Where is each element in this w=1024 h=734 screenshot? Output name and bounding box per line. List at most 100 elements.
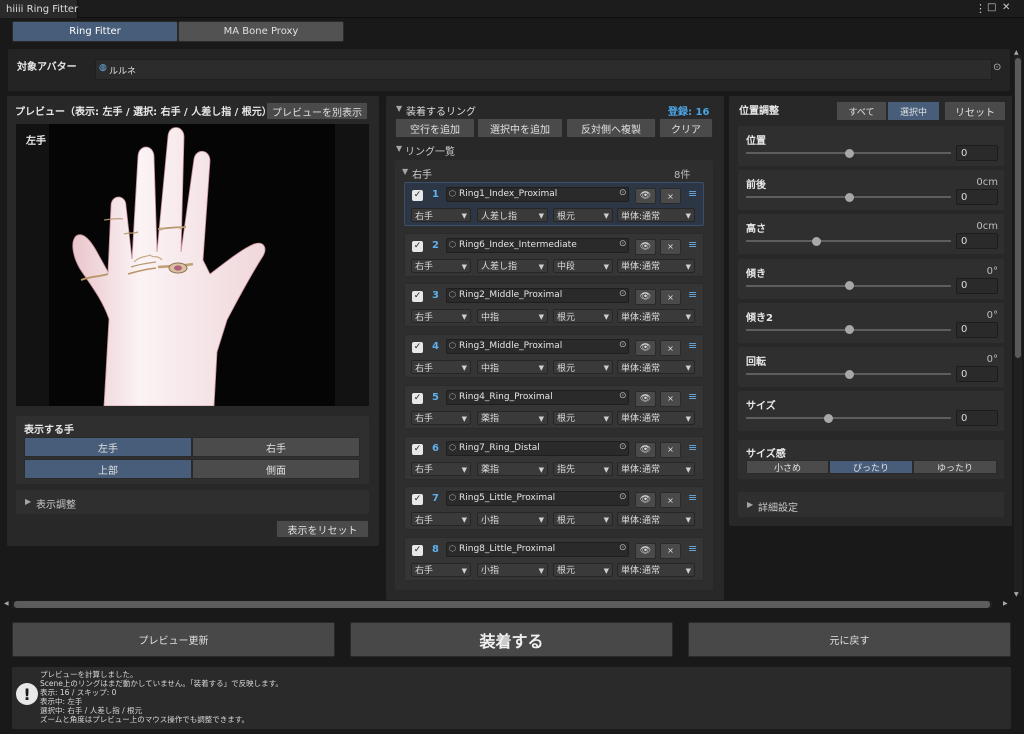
- horizontal-scroll-thumb[interactable]: [14, 601, 990, 608]
- preview-viewport[interactable]: 左手: [16, 124, 369, 406]
- object-picker-icon[interactable]: ⊙: [619, 340, 627, 350]
- param-value-field[interactable]: 0: [956, 233, 998, 250]
- drag-handle-icon[interactable]: ≡: [688, 187, 697, 200]
- horizontal-scrollbar[interactable]: [12, 601, 992, 608]
- drag-handle-icon[interactable]: ≡: [688, 542, 697, 555]
- ring-row[interactable]: ✓ 2 ⬡ Ring6_Index_Intermediate ⊙ 👁 × ≡ 右…: [404, 232, 704, 277]
- ring-segment-select[interactable]: 中段 ▼: [553, 258, 613, 273]
- ring-row[interactable]: ✓ 5 ⬡ Ring4_Ring_Proximal ⊙ 👁 × ≡ 右手 ▼ 薬指…: [404, 384, 704, 429]
- ring-remove-button[interactable]: ×: [660, 289, 681, 306]
- apply-button[interactable]: 装着する: [350, 622, 673, 657]
- ring-mode-select[interactable]: 単体:通常 ▼: [617, 309, 695, 324]
- ring-segment-select[interactable]: 根元 ▼: [553, 208, 613, 222]
- param-slider-knob[interactable]: [824, 413, 833, 423]
- ring-object-field[interactable]: ⬡ Ring4_Ring_Proximal ⊙: [446, 389, 629, 405]
- param-value-field[interactable]: 0: [956, 366, 998, 382]
- scroll-right-icon[interactable]: ▶: [1003, 600, 1008, 607]
- mirror-copy-button[interactable]: 反対側へ複製: [566, 118, 656, 138]
- param-slider-knob[interactable]: [844, 281, 854, 291]
- show-right-hand-button[interactable]: 右手: [192, 437, 360, 457]
- fit-loose-button[interactable]: ゆったり: [913, 460, 997, 474]
- add-selected-button[interactable]: 選択中を追加: [477, 118, 563, 138]
- ring-row[interactable]: ✓ 6 ⬡ Ring7_Ring_Distal ⊙ 👁 × ≡ 右手 ▼ 薬指 ▼ …: [404, 435, 704, 480]
- ring-object-field[interactable]: ⬡ Ring3_Middle_Proximal ⊙: [446, 339, 629, 355]
- param-value-field[interactable]: 0: [956, 321, 998, 338]
- drag-handle-icon[interactable]: ≡: [688, 491, 697, 504]
- param-slider-knob[interactable]: [844, 192, 854, 202]
- window-tab[interactable]: hiiii Ring Fitter: [0, 0, 78, 18]
- ring-row[interactable]: ✓ 7 ⬡ Ring5_Little_Proximal ⊙ 👁 × ≡ 右手 ▼ …: [404, 486, 704, 531]
- ring-finger-select[interactable]: 人差し指 ▼: [477, 208, 548, 222]
- ring-enabled-checkbox[interactable]: ✓: [412, 494, 423, 506]
- view-top-button[interactable]: 上部: [24, 459, 192, 479]
- ring-segment-select[interactable]: 根元 ▼: [553, 410, 613, 425]
- param-slider-knob[interactable]: [811, 236, 821, 246]
- ring-hand-select[interactable]: 右手 ▼: [411, 309, 471, 324]
- ring-visibility-button[interactable]: 👁: [635, 441, 656, 458]
- ring-finger-select[interactable]: 小指 ▼: [477, 512, 548, 527]
- ring-row[interactable]: ✓ 1 ⬡ Ring1_Index_Proximal ⊙ 👁 × ≡ 右手 ▼ 人…: [404, 182, 704, 226]
- ring-mode-select[interactable]: 単体:通常 ▼: [617, 512, 695, 527]
- revert-button[interactable]: 元に戻す: [688, 622, 1011, 657]
- close-icon[interactable]: ✕: [1002, 2, 1010, 13]
- ring-visibility-button[interactable]: 👁: [635, 238, 656, 255]
- drag-handle-icon[interactable]: ≡: [688, 288, 697, 301]
- ring-hand-select[interactable]: 右手 ▼: [411, 562, 471, 577]
- ring-enabled-checkbox[interactable]: ✓: [412, 392, 423, 404]
- tab-ring-fitter[interactable]: Ring Fitter: [12, 21, 178, 42]
- ring-hand-select[interactable]: 右手 ▼: [411, 360, 471, 375]
- ring-remove-button[interactable]: ×: [660, 390, 681, 407]
- ring-visibility-button[interactable]: 👁: [635, 289, 656, 306]
- ring-hand-select[interactable]: 右手 ▼: [411, 258, 471, 273]
- preview-popout-button[interactable]: プレビューを別表示: [266, 102, 368, 120]
- vertical-scrollbar[interactable]: [1014, 55, 1022, 595]
- ring-mode-select[interactable]: 単体:通常 ▼: [617, 410, 695, 425]
- ring-visibility-button[interactable]: 👁: [635, 542, 656, 559]
- display-adjust-foldout[interactable]: ▶ 表示調整: [16, 490, 369, 514]
- ring-hand-select[interactable]: 右手 ▼: [411, 461, 471, 476]
- ring-segment-select[interactable]: 根元 ▼: [553, 562, 613, 577]
- ring-remove-button[interactable]: ×: [660, 492, 681, 509]
- ring-remove-button[interactable]: ×: [660, 188, 681, 204]
- tab-ma-bone-proxy[interactable]: MA Bone Proxy: [178, 21, 344, 42]
- object-picker-icon[interactable]: ⊙: [619, 442, 627, 452]
- ring-mode-select[interactable]: 単体:通常 ▼: [617, 360, 695, 375]
- maximize-icon[interactable]: □: [987, 2, 996, 13]
- param-value-field[interactable]: 0: [956, 189, 998, 206]
- ring-visibility-button[interactable]: 👁: [635, 492, 656, 509]
- position-reset-button[interactable]: リセット: [944, 101, 1006, 121]
- ring-mode-select[interactable]: 単体:通常 ▼: [617, 461, 695, 476]
- ring-hand-select[interactable]: 右手 ▼: [411, 410, 471, 425]
- ring-remove-button[interactable]: ×: [660, 238, 681, 255]
- ring-hand-select[interactable]: 右手 ▼: [411, 208, 471, 222]
- ring-object-field[interactable]: ⬡ Ring8_Little_Proximal ⊙: [446, 541, 629, 557]
- advanced-foldout[interactable]: ▶ 詳細設定: [738, 492, 1004, 517]
- show-left-hand-button[interactable]: 左手: [24, 437, 192, 457]
- avatar-field[interactable]: ◍ ルルネ: [95, 59, 992, 80]
- ring-visibility-button[interactable]: 👁: [635, 188, 656, 204]
- ring-segment-select[interactable]: 根元 ▼: [553, 309, 613, 324]
- ring-row[interactable]: ✓ 4 ⬡ Ring3_Middle_Proximal ⊙ 👁 × ≡ 右手 ▼ …: [404, 334, 704, 379]
- object-picker-icon[interactable]: ⊙: [619, 543, 627, 553]
- ring-row[interactable]: ✓ 3 ⬡ Ring2_Middle_Proximal ⊙ 👁 × ≡ 右手 ▼ …: [404, 283, 704, 328]
- ring-segment-select[interactable]: 根元 ▼: [553, 512, 613, 527]
- object-picker-icon[interactable]: ⊙: [993, 62, 1001, 73]
- vertical-scroll-thumb[interactable]: [1015, 58, 1021, 358]
- reset-display-button[interactable]: 表示をリセット: [276, 520, 369, 538]
- ring-row[interactable]: ✓ 8 ⬡ Ring8_Little_Proximal ⊙ 👁 × ≡ 右手 ▼ …: [404, 536, 704, 581]
- drag-handle-icon[interactable]: ≡: [688, 390, 697, 403]
- param-slider-track[interactable]: [746, 240, 951, 243]
- param-value-field[interactable]: 0: [956, 277, 998, 294]
- add-empty-row-button[interactable]: 空行を追加: [395, 118, 475, 138]
- scroll-down-icon[interactable]: ▼: [1014, 591, 1019, 598]
- ring-mode-select[interactable]: 単体:通常 ▼: [617, 258, 695, 273]
- fit-exact-button[interactable]: ぴったり: [829, 460, 913, 474]
- clear-button[interactable]: クリア: [659, 118, 713, 138]
- object-picker-icon[interactable]: ⊙: [619, 391, 627, 401]
- param-slider-knob[interactable]: [844, 369, 854, 379]
- fit-small-button[interactable]: 小さめ: [746, 460, 829, 474]
- ring-finger-select[interactable]: 中指 ▼: [477, 309, 548, 324]
- drag-handle-icon[interactable]: ≡: [688, 441, 697, 454]
- drag-handle-icon[interactable]: ≡: [688, 238, 697, 251]
- param-slider-track[interactable]: [746, 417, 951, 420]
